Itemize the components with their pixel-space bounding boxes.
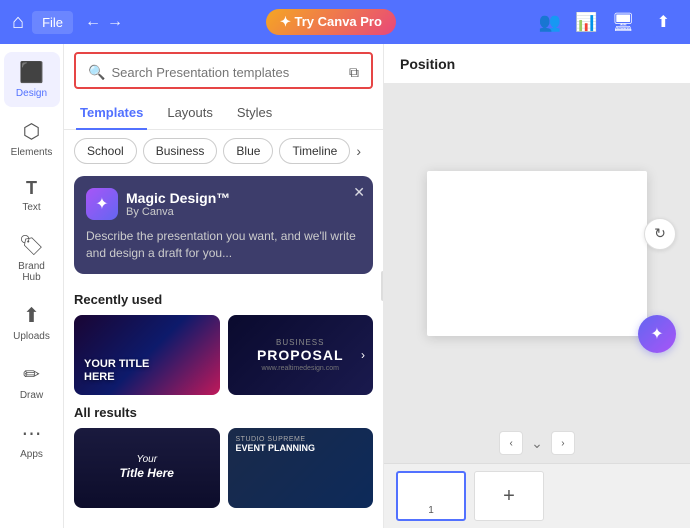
position-label: Position xyxy=(400,56,455,72)
templates-panel: 🔍 ⧉ Templates Layouts Styles School Busi… xyxy=(64,44,384,528)
sidebar-item-text[interactable]: T Text xyxy=(4,170,60,221)
search-bar-container: 🔍 ⧉ xyxy=(74,52,373,89)
canvas-area: Position ↻ ✦ ‹ ⌄ › 1 + xyxy=(384,44,690,528)
canvas-slide xyxy=(427,171,647,336)
draw-icon: ✏ xyxy=(23,362,40,387)
sidebar-label-apps: Apps xyxy=(20,449,43,460)
panel-content: Recently used YOUR tITLe HERE BUSINESS P… xyxy=(64,282,383,528)
template-result1-text: Your Title Here xyxy=(120,453,174,482)
sidebar-label-uploads: Uploads xyxy=(13,331,50,342)
refresh-button[interactable]: ↻ xyxy=(644,218,676,250)
sidebar-item-uploads[interactable]: ⬆ Uploads xyxy=(4,295,60,350)
share-icon-button[interactable]: ⬆ xyxy=(649,8,678,36)
sidebar-item-elements[interactable]: ⬡ Elements xyxy=(4,111,60,166)
magic-design-header: ✦ Magic Design™ By Canva xyxy=(86,188,361,220)
sidebar-item-brand-hub[interactable]: 🏷 Brand Hub xyxy=(4,225,60,291)
right-header: Position xyxy=(384,44,690,84)
topbar-right-actions: 👥 📊 🖥 ⬆ xyxy=(539,8,678,36)
template-result2-title: EVENT PLANNING xyxy=(236,443,366,453)
template-card-result-2[interactable]: Studio Supreme EVENT PLANNING xyxy=(228,428,374,508)
magic-design-title-group: Magic Design™ By Canva xyxy=(126,190,230,218)
pill-blue[interactable]: Blue xyxy=(223,138,273,164)
sidebar-item-apps[interactable]: ⋯ Apps xyxy=(4,413,60,468)
template-business-text: BUSINESS xyxy=(257,338,344,347)
canvas-bottom-nav: ‹ ⌄ › xyxy=(384,423,690,463)
magic-design-icon: ✦ xyxy=(86,188,118,220)
search-icon: 🔍 xyxy=(88,64,105,81)
add-page-button[interactable]: + xyxy=(474,471,544,521)
main-layout: ⬛ Design ⬡ Elements T Text 🏷 Brand Hub ⬆… xyxy=(0,44,690,528)
home-icon[interactable]: ⌂ xyxy=(12,11,24,34)
brand-hub-icon: 🏷 xyxy=(19,233,44,258)
sidebar-label-draw: Draw xyxy=(20,390,43,401)
sidebar: ⬛ Design ⬡ Elements T Text 🏷 Brand Hub ⬆… xyxy=(0,44,64,528)
template-result2-content: Studio Supreme EVENT PLANNING xyxy=(236,436,366,453)
template-website-text: www.realtimedesign.com xyxy=(257,365,344,372)
sidebar-label-brand-hub: Brand Hub xyxy=(10,261,54,283)
magic-button[interactable]: ✦ xyxy=(638,315,676,353)
people-icon-button[interactable]: 👥 xyxy=(539,12,561,33)
template-proposal-text: PROPOSAL xyxy=(257,347,344,363)
tab-layouts[interactable]: Layouts xyxy=(163,97,217,130)
undo-redo-nav: ← → xyxy=(85,13,123,31)
uploads-icon: ⬆ xyxy=(23,303,40,328)
tab-templates[interactable]: Templates xyxy=(76,97,147,130)
template-business-proposal-content: BUSINESS PROPOSAL www.realtimedesign.com xyxy=(257,338,344,372)
design-icon: ⬛ xyxy=(19,60,44,85)
apps-icon: ⋯ xyxy=(22,421,42,446)
template-card-result-1[interactable]: Your Title Here xyxy=(74,428,220,508)
template-result2-tag: Studio Supreme xyxy=(236,436,366,443)
sidebar-item-design[interactable]: ⬛ Design xyxy=(4,52,60,107)
panel-tabs: Templates Layouts Styles xyxy=(64,93,383,130)
recently-used-title: Recently used xyxy=(74,292,373,307)
magic-design-card: ✕ ✦ Magic Design™ By Canva Describe the … xyxy=(74,176,373,274)
pill-business[interactable]: Business xyxy=(143,138,218,164)
canvas-main: ↻ ✦ xyxy=(384,84,690,423)
text-icon: T xyxy=(26,178,37,199)
page-number-1: 1 xyxy=(428,505,434,516)
category-pills: School Business Blue Timeline › xyxy=(64,130,383,172)
template-card-business-proposal[interactable]: BUSINESS PROPOSAL www.realtimedesign.com… xyxy=(228,315,374,395)
redo-button[interactable]: → xyxy=(107,13,123,31)
all-results-title: All results xyxy=(74,405,373,420)
search-bar: 🔍 ⧉ xyxy=(88,64,359,81)
elements-icon: ⬡ xyxy=(23,119,40,144)
thumbnail-strip: 1 + xyxy=(384,463,690,528)
thumbnail-page-1[interactable]: 1 xyxy=(396,471,466,521)
present-icon-button[interactable]: 🖥 xyxy=(612,12,635,33)
recently-used-grid: YOUR tITLe HERE BUSINESS PROPOSAL www.re… xyxy=(74,315,373,395)
topbar-center: ✦ Try Canva Pro xyxy=(131,9,531,35)
sidebar-label-elements: Elements xyxy=(11,147,53,158)
magic-design-close-button[interactable]: ✕ xyxy=(353,184,365,201)
magic-design-title: Magic Design™ xyxy=(126,190,230,206)
undo-button[interactable]: ← xyxy=(85,13,101,31)
sidebar-label-text: Text xyxy=(22,202,40,213)
search-input[interactable] xyxy=(111,65,343,80)
all-results-grid: Your Title Here Studio Supreme EVENT PLA… xyxy=(74,428,373,508)
canvas-right-arrow[interactable]: › xyxy=(551,431,575,455)
filter-icon[interactable]: ⧉ xyxy=(349,64,359,81)
canvas-chevron-down[interactable]: ⌄ xyxy=(531,435,543,452)
canvas-left-arrow[interactable]: ‹ xyxy=(499,431,523,455)
pill-school[interactable]: School xyxy=(74,138,137,164)
template-card-your-title[interactable]: YOUR tITLe HERE xyxy=(74,315,220,395)
chart-icon-button[interactable]: 📊 xyxy=(575,12,597,33)
pills-scroll-right[interactable]: › xyxy=(356,143,361,159)
template-proposal-arrow: › xyxy=(361,348,365,362)
topbar: ⌂ File ← → ✦ Try Canva Pro 👥 📊 🖥 ⬆ xyxy=(0,0,690,44)
sidebar-item-draw[interactable]: ✏ Draw xyxy=(4,354,60,409)
sidebar-label-design: Design xyxy=(16,88,47,99)
magic-design-description: Describe the presentation you want, and … xyxy=(86,228,361,262)
magic-design-by: By Canva xyxy=(126,206,230,218)
try-canva-pro-button[interactable]: ✦ Try Canva Pro xyxy=(266,9,396,35)
tab-styles[interactable]: Styles xyxy=(233,97,276,130)
file-menu-button[interactable]: File xyxy=(32,11,73,34)
template-your-title-text: YOUR tITLe HERE xyxy=(84,358,149,384)
pill-timeline[interactable]: Timeline xyxy=(279,138,350,164)
